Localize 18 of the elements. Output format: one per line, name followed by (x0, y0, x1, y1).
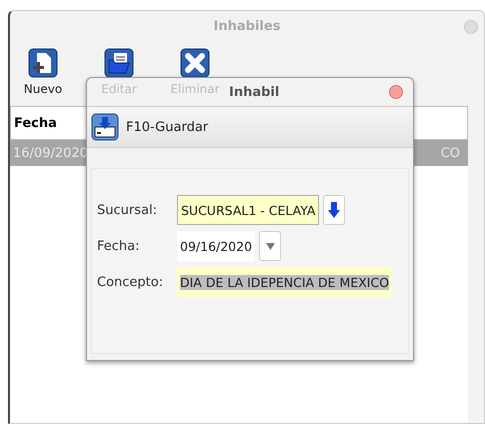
input-field[interactable]: SUCURSAL1 - CELAYA (177, 195, 320, 225)
input-field[interactable]: DIA DE LA IDEPENCIA DE MEXICO (177, 267, 392, 297)
toolbar-button[interactable]: Nuevo (11, 46, 75, 102)
down-arrow-icon (328, 202, 340, 218)
window-title: Inhabiles (214, 19, 280, 34)
caret-icon (266, 242, 275, 250)
field-label: Fecha: (97, 238, 140, 254)
new-document-icon (28, 48, 58, 78)
folder-document-icon (104, 48, 134, 78)
dropdown-button[interactable] (259, 231, 282, 261)
close-icon (180, 48, 210, 78)
field-label: Concepto: (97, 274, 164, 290)
column-header[interactable]: Fecha (14, 116, 57, 130)
dialog-title: Inhabil (229, 84, 280, 100)
input-field[interactable]: 09/16/2020 (177, 231, 256, 261)
save-icon (91, 113, 119, 141)
lookup-button[interactable] (323, 195, 346, 225)
field-label: Sucursal: (97, 202, 158, 218)
